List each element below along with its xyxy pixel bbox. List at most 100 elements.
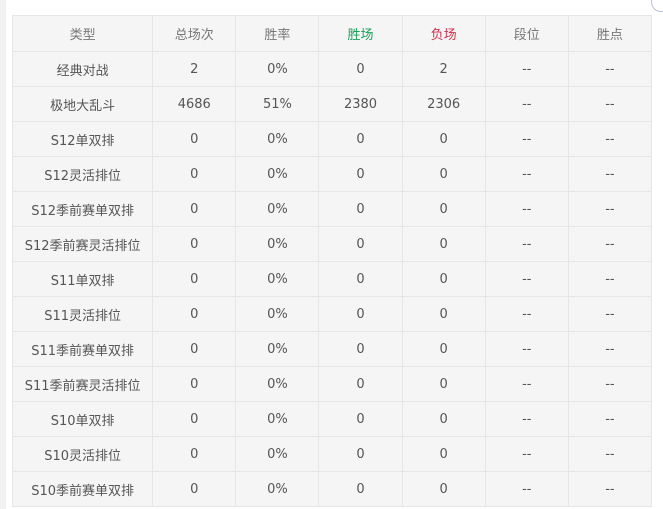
cell-total: 0 [152, 331, 237, 367]
cell-losses: 0 [401, 226, 486, 262]
cell-type: S12季前赛灵活排位 [11, 226, 154, 262]
cell-lp: -- [567, 226, 653, 262]
cell-wins: 0 [318, 366, 403, 402]
cell-wins: 0 [318, 471, 403, 507]
table-row: 经典对战 2 0% 0 2 -- -- [11, 51, 653, 87]
cell-winrate: 0% [235, 191, 320, 227]
cell-winrate: 0% [235, 401, 320, 437]
cell-winrate: 0% [235, 156, 320, 192]
stats-page: 类型 总场次 胜率 胜场 负场 段位 胜点 经典对战 2 0% 0 2 -- -- 极地大乱斗… [0, 0, 663, 509]
cell-type: S10季前赛单双排 [11, 471, 154, 507]
cell-lp: -- [567, 436, 653, 472]
cell-type: 极地大乱斗 [11, 86, 154, 122]
table-row: S11季前赛灵活排位 0 0% 0 0 -- -- [11, 366, 653, 402]
table-row: 极地大乱斗 4686 51% 2380 2306 -- -- [11, 86, 653, 122]
header-wins: 胜场 [318, 15, 403, 52]
cell-lp: -- [567, 191, 653, 227]
cell-type: S11季前赛单双排 [11, 331, 154, 367]
cell-tier: -- [484, 156, 569, 192]
cell-winrate: 0% [235, 436, 320, 472]
cell-lp: -- [567, 156, 653, 192]
table-row: S11单双排 0 0% 0 0 -- -- [11, 261, 653, 297]
cell-tier: -- [484, 471, 569, 507]
cell-tier: -- [484, 51, 569, 87]
cell-losses: 0 [401, 331, 486, 367]
cell-type: S12单双排 [11, 121, 154, 157]
cell-losses: 0 [401, 366, 486, 402]
cell-losses: 0 [401, 121, 486, 157]
cell-tier: -- [484, 121, 569, 157]
cell-lp: -- [567, 471, 653, 507]
cell-winrate: 0% [235, 121, 320, 157]
cell-type: S11灵活排位 [11, 296, 154, 332]
cell-lp: -- [567, 296, 653, 332]
cell-wins: 0 [318, 261, 403, 297]
header-total: 总场次 [152, 15, 237, 52]
cell-total: 0 [152, 366, 237, 402]
cell-losses: 2306 [401, 86, 486, 122]
cell-wins: 0 [318, 331, 403, 367]
cell-total: 4686 [152, 86, 237, 122]
header-losses: 负场 [401, 15, 486, 52]
cell-tier: -- [484, 366, 569, 402]
cell-type: S12季前赛单双排 [11, 191, 154, 227]
cell-losses: 0 [401, 296, 486, 332]
cell-type: S10灵活排位 [11, 436, 154, 472]
cell-total: 0 [152, 401, 237, 437]
cell-winrate: 0% [235, 296, 320, 332]
table-row: S10单双排 0 0% 0 0 -- -- [11, 401, 653, 437]
cell-tier: -- [484, 226, 569, 262]
cell-tier: -- [484, 191, 569, 227]
table-row: S11季前赛单双排 0 0% 0 0 -- -- [11, 331, 653, 367]
cell-winrate: 0% [235, 51, 320, 87]
cell-type: S10单双排 [11, 401, 154, 437]
cell-tier: -- [484, 86, 569, 122]
cell-total: 2 [152, 51, 237, 87]
cell-total: 0 [152, 296, 237, 332]
cell-tier: -- [484, 261, 569, 297]
cell-losses: 2 [401, 51, 486, 87]
table-header-row: 类型 总场次 胜率 胜场 负场 段位 胜点 [11, 15, 653, 52]
cell-losses: 0 [401, 191, 486, 227]
cell-total: 0 [152, 121, 237, 157]
cell-tier: -- [484, 436, 569, 472]
ranked-stats-table: 类型 总场次 胜率 胜场 负场 段位 胜点 经典对战 2 0% 0 2 -- -- 极地大乱斗… [11, 15, 653, 507]
cell-wins: 0 [318, 296, 403, 332]
cell-wins: 0 [318, 401, 403, 437]
cell-wins: 0 [318, 121, 403, 157]
cell-total: 0 [152, 436, 237, 472]
header-lp: 胜点 [567, 15, 653, 52]
table-row: S11灵活排位 0 0% 0 0 -- -- [11, 296, 653, 332]
cell-total: 0 [152, 471, 237, 507]
cell-wins: 0 [318, 436, 403, 472]
cell-total: 0 [152, 156, 237, 192]
cell-losses: 0 [401, 261, 486, 297]
cell-type: 经典对战 [11, 51, 154, 87]
cell-wins: 0 [318, 51, 403, 87]
cell-tier: -- [484, 331, 569, 367]
cell-lp: -- [567, 51, 653, 87]
cell-losses: 0 [401, 401, 486, 437]
header-tier: 段位 [484, 15, 569, 52]
cell-losses: 0 [401, 156, 486, 192]
cell-winrate: 0% [235, 261, 320, 297]
header-type: 类型 [11, 15, 154, 52]
cell-wins: 0 [318, 226, 403, 262]
cell-lp: -- [567, 401, 653, 437]
cell-winrate: 51% [235, 86, 320, 122]
left-panel-edge [0, 0, 6, 509]
header-winrate: 胜率 [235, 15, 320, 52]
table-row: S12季前赛灵活排位 0 0% 0 0 -- -- [11, 226, 653, 262]
cell-winrate: 0% [235, 226, 320, 262]
cell-winrate: 0% [235, 331, 320, 367]
cell-lp: -- [567, 261, 653, 297]
table-row: S10灵活排位 0 0% 0 0 -- -- [11, 436, 653, 472]
cell-losses: 0 [401, 471, 486, 507]
table-row: S12单双排 0 0% 0 0 -- -- [11, 121, 653, 157]
cell-type: S11季前赛灵活排位 [11, 366, 154, 402]
cell-total: 0 [152, 261, 237, 297]
cell-total: 0 [152, 226, 237, 262]
cell-tier: -- [484, 296, 569, 332]
cell-type: S11单双排 [11, 261, 154, 297]
cell-wins: 0 [318, 156, 403, 192]
